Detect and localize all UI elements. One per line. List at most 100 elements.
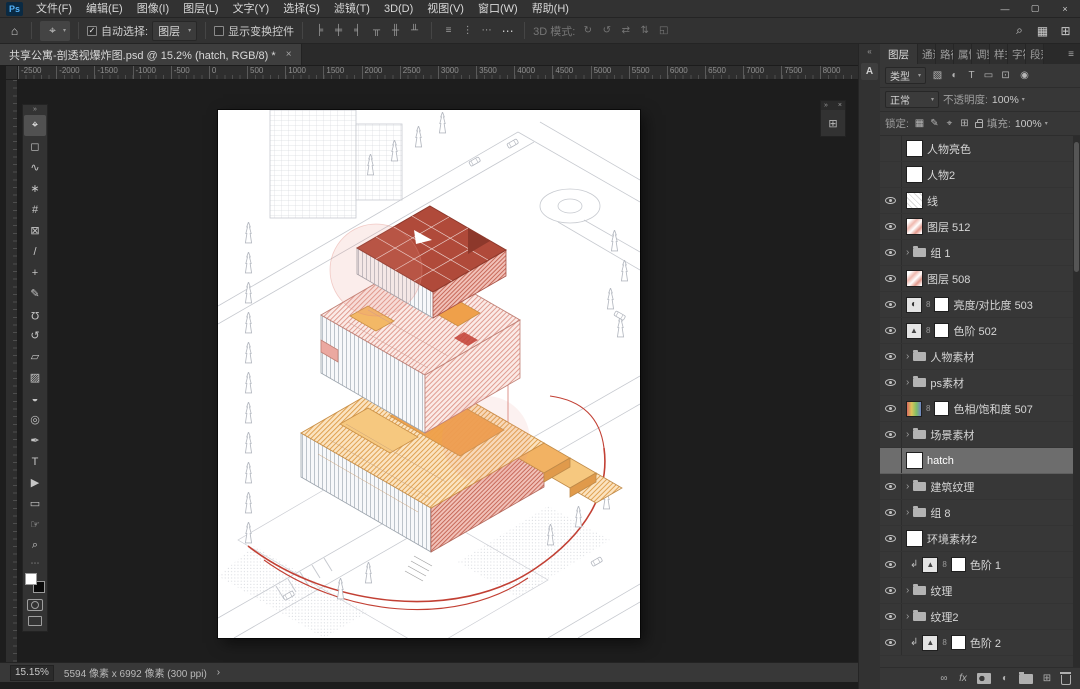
hand-tool[interactable]: ☞ xyxy=(24,514,46,535)
align-right-icon[interactable]: ╡ xyxy=(349,22,366,40)
layer-mask-icon[interactable] xyxy=(977,673,991,684)
visibility-toggle[interactable] xyxy=(880,188,902,213)
link-layers-icon[interactable]: ∞ xyxy=(939,673,949,684)
roll-3d-icon[interactable]: ↺ xyxy=(598,22,615,40)
adjustment-icon[interactable] xyxy=(906,296,922,313)
delete-layer-icon[interactable] xyxy=(1060,672,1071,685)
group-expander-icon[interactable]: › xyxy=(906,507,909,518)
layer-row[interactable]: ↳ › 8 人物素材 xyxy=(880,344,1080,370)
panel-menu-icon[interactable]: ≡ xyxy=(1062,44,1080,64)
search-icon[interactable]: ⌕ xyxy=(1011,22,1028,40)
tab-styles[interactable]: 样式 xyxy=(990,44,1008,64)
minimize-button[interactable]: — xyxy=(990,0,1020,17)
visibility-toggle[interactable] xyxy=(880,630,902,655)
layer-thumbnail[interactable] xyxy=(906,192,923,209)
group-expander-icon[interactable]: › xyxy=(906,247,909,258)
panel-icon[interactable]: ⊞ xyxy=(828,117,837,130)
clone-stamp-tool[interactable]: Ω xyxy=(24,304,46,325)
visibility-toggle[interactable] xyxy=(880,448,902,473)
more-options-icon[interactable]: ⋯ xyxy=(499,22,516,40)
layer-row[interactable]: ↳ › 8 hatch xyxy=(880,448,1080,474)
lock-artboard-icon[interactable]: ⊞ xyxy=(958,116,971,132)
expand-panel-icon[interactable]: » xyxy=(824,102,828,109)
layer-thumbnail[interactable] xyxy=(906,530,923,547)
group-expander-icon[interactable]: › xyxy=(906,611,909,622)
layer-row[interactable]: ↳ › 8 色相/饱和度 507 xyxy=(880,396,1080,422)
mask-thumbnail[interactable] xyxy=(934,297,950,312)
panel-scrollbar[interactable] xyxy=(1073,136,1080,667)
adjustment-icon[interactable] xyxy=(906,322,922,339)
visibility-toggle[interactable] xyxy=(880,396,902,421)
lock-all-icon[interactable] xyxy=(974,119,983,128)
horizontal-ruler[interactable]: -2500 -2000 -1500 -1000 -500 0 500 1000 1500 2000… xyxy=(18,66,858,80)
marquee-tool[interactable]: ◻ xyxy=(24,136,46,157)
dodge-tool[interactable]: ◎ xyxy=(24,409,46,430)
history-brush-tool[interactable]: ↺ xyxy=(24,325,46,346)
menu-edit[interactable]: 编辑(E) xyxy=(79,0,130,18)
zoom-level-field[interactable]: 15.15% xyxy=(10,664,54,681)
adjustment-layer-icon[interactable]: ◐ xyxy=(1000,673,1010,684)
layer-row[interactable]: ↳ › 8 环境素材2 xyxy=(880,526,1080,552)
layer-row[interactable]: ↳ › 8 线 xyxy=(880,188,1080,214)
menu-window[interactable]: 窗口(W) xyxy=(471,0,525,18)
document-canvas[interactable] xyxy=(218,110,640,638)
tab-channels[interactable]: 通道 xyxy=(918,44,936,64)
current-tool-button[interactable]: ⌖ ▾ xyxy=(40,20,71,41)
scale-3d-icon[interactable]: ◱ xyxy=(655,22,672,40)
eraser-tool[interactable]: ▱ xyxy=(24,346,46,367)
arrange-icon[interactable]: ⊞ xyxy=(1057,22,1074,40)
tab-properties[interactable]: 属性 xyxy=(954,44,972,64)
fill-field[interactable]: 100% ▾ xyxy=(1015,118,1048,130)
adjustment-icon[interactable] xyxy=(922,634,939,651)
menu-file[interactable]: 文件(F) xyxy=(29,0,79,18)
tab-paths[interactable]: 路径 xyxy=(936,44,954,64)
visibility-toggle[interactable] xyxy=(880,474,902,499)
crop-tool[interactable]: # xyxy=(24,199,46,220)
visibility-toggle[interactable] xyxy=(880,370,902,395)
layer-row[interactable]: ↳ › 8 色阶 1 xyxy=(880,552,1080,578)
mask-thumbnail[interactable] xyxy=(950,557,966,572)
orbit-3d-icon[interactable]: ↻ xyxy=(579,22,596,40)
filter-type-icon[interactable]: T xyxy=(964,68,979,84)
visibility-toggle[interactable] xyxy=(880,162,902,187)
layer-row[interactable]: ↳ › 8 色阶 502 xyxy=(880,318,1080,344)
menu-help[interactable]: 帮助(H) xyxy=(525,0,576,18)
menu-layer[interactable]: 图层(L) xyxy=(176,0,225,18)
show-transform-checkbox[interactable] xyxy=(214,25,225,36)
filter-shape-icon[interactable]: ▭ xyxy=(981,68,996,84)
menu-type[interactable]: 文字(Y) xyxy=(226,0,277,18)
lock-pixels-icon[interactable]: ✎ xyxy=(928,116,941,132)
eyedropper-tool[interactable]: / xyxy=(24,241,46,262)
group-expander-icon[interactable]: › xyxy=(906,585,909,596)
move-tool[interactable]: ⌖ xyxy=(24,115,46,136)
visibility-toggle[interactable] xyxy=(880,344,902,369)
menu-image[interactable]: 图像(I) xyxy=(130,0,176,18)
layer-row[interactable]: ↳ › 8 建筑纹理 xyxy=(880,474,1080,500)
visibility-toggle[interactable] xyxy=(880,318,902,343)
mask-thumbnail[interactable] xyxy=(934,401,950,416)
auto-select-target-select[interactable]: 图层 ▾ xyxy=(152,20,198,41)
layer-row[interactable]: ↳ › 8 图层 508 xyxy=(880,266,1080,292)
tab-adjustments[interactable]: 调整 xyxy=(972,44,990,64)
layer-row[interactable]: ↳ › 8 人物2 xyxy=(880,162,1080,188)
layer-row[interactable]: ↳ › 8 亮度/对比度 503 xyxy=(880,292,1080,318)
document-tab[interactable]: 共享公寓-剖透视爆炸图.psd @ 15.2% (hatch, RGB/8) *… xyxy=(0,44,302,65)
menu-select[interactable]: 选择(S) xyxy=(276,0,327,18)
menu-filter[interactable]: 滤镜(T) xyxy=(327,0,377,18)
scrollbar-thumb[interactable] xyxy=(1074,142,1079,272)
group-expander-icon[interactable]: › xyxy=(906,429,909,440)
group-expander-icon[interactable]: › xyxy=(906,377,909,388)
layer-row[interactable]: ↳ › 8 图层 512 xyxy=(880,214,1080,240)
path-select-tool[interactable]: ▶ xyxy=(24,472,46,493)
group-expander-icon[interactable]: › xyxy=(906,351,909,362)
layer-row[interactable]: ↳ › 8 组 1 xyxy=(880,240,1080,266)
distribute-spacing-icon[interactable]: ⋯ xyxy=(478,22,495,40)
character-panel-icon[interactable]: A xyxy=(861,63,878,80)
distribute-vertical-icon[interactable]: ≡ xyxy=(440,22,457,40)
close-tab-icon[interactable]: × xyxy=(286,49,292,60)
auto-select-checkbox[interactable]: ✓ xyxy=(87,25,98,36)
visibility-toggle[interactable] xyxy=(880,240,902,265)
type-tool[interactable]: T xyxy=(24,451,46,472)
workspace-icon[interactable]: ▦ xyxy=(1034,22,1051,40)
pan-3d-icon[interactable]: ⇄ xyxy=(617,22,634,40)
